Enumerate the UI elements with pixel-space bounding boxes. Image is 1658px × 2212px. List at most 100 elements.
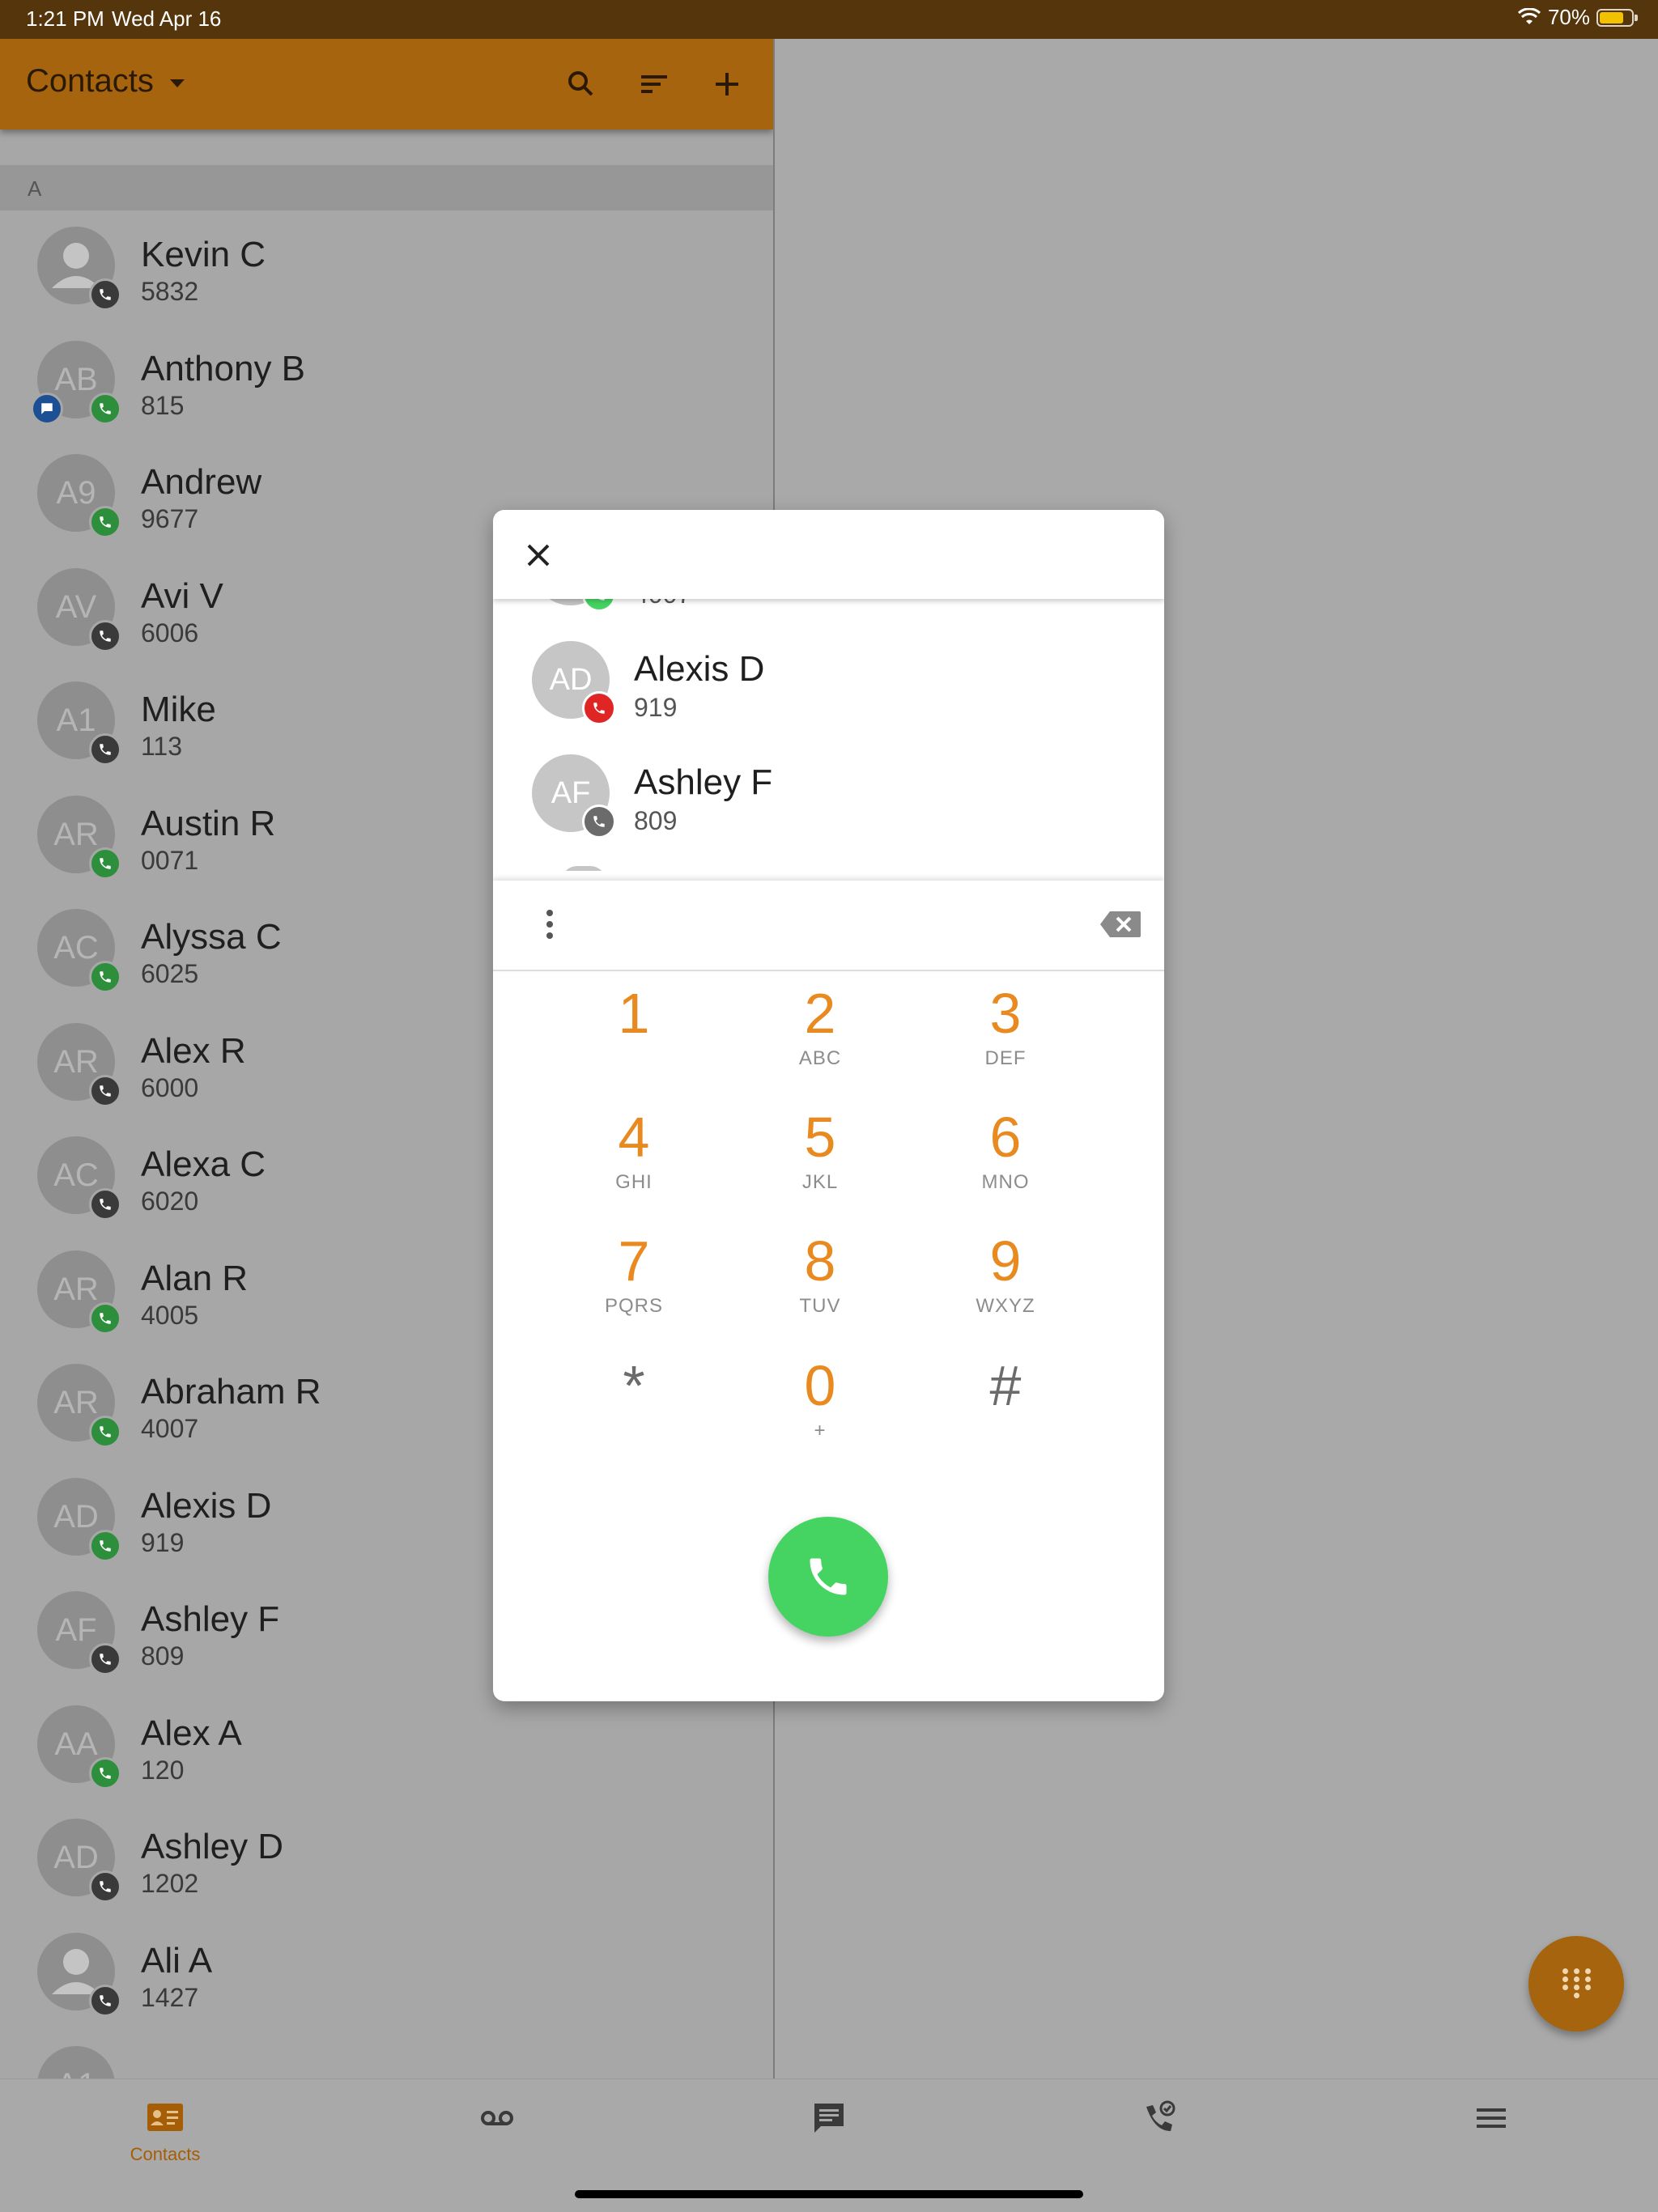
search-icon[interactable] (559, 62, 604, 107)
phone-icon (100, 1085, 111, 1097)
dialpad-fab[interactable] (1528, 1936, 1624, 2032)
nav-contacts-label: Contacts (130, 2144, 201, 2164)
more-options-icon[interactable] (534, 903, 566, 945)
contact-name: Ali A (141, 1940, 213, 1981)
key-hash[interactable]: # (933, 1352, 1078, 1465)
key-letters: GHI (615, 1171, 653, 1193)
section-header: A (0, 165, 773, 210)
phone-icon (100, 630, 111, 642)
nav-menu[interactable] (1410, 2079, 1572, 2176)
phone-icon (100, 1199, 111, 1210)
contact-row[interactable]: Ali A 1427 (0, 1917, 773, 2030)
presence-badge (89, 1188, 121, 1221)
contact-number: 6006 (141, 618, 199, 647)
sort-icon[interactable] (631, 62, 677, 107)
dialog-header (493, 510, 1164, 599)
suggestion-number: 919 (634, 693, 678, 722)
key-digit: 6 (989, 1106, 1022, 1169)
key-1[interactable]: 1 (561, 979, 707, 1093)
phone-icon (598, 599, 605, 601)
contact-number: 113 (141, 732, 183, 761)
key-star[interactable]: * (561, 1352, 707, 1465)
suggestion-row[interactable]: 4007 (493, 599, 1164, 625)
suggestion-number: 809 (634, 806, 678, 835)
close-icon[interactable] (521, 537, 556, 573)
key-6[interactable]: 6 MNO (933, 1103, 1078, 1216)
contact-name: Mike (141, 690, 216, 729)
chat-icon (814, 2104, 844, 2133)
battery-icon (1596, 8, 1638, 27)
contact-number: 0071 (141, 845, 199, 875)
contact-name: Alan R (141, 1258, 249, 1298)
dropdown-caret-icon[interactable] (170, 79, 185, 87)
contact-name: Alex A (141, 1713, 242, 1753)
nav-call-history[interactable] (1078, 2079, 1240, 2176)
key-letters: TUV (799, 1295, 841, 1317)
dialer-dialog: 4007ADAlexis D919AFAshley F809 12ABC3DEF… (493, 510, 1164, 1701)
avatar: A1 (37, 2046, 115, 2078)
contact-row[interactable]: AD Ashley D 1202 (0, 1802, 773, 1916)
contact-name: Abraham R (141, 1372, 321, 1412)
suggestion-number: 4007 (634, 599, 691, 609)
contact-name: Alexis D (141, 1485, 272, 1526)
menu-icon (1477, 2108, 1506, 2128)
nav-voicemail[interactable] (416, 2079, 578, 2176)
key-letters: ABC (798, 1047, 842, 1069)
key-7[interactable]: 7 PQRS (561, 1227, 707, 1340)
presence-badge (89, 506, 121, 538)
suggestion-row[interactable]: AF Ashley F 809 (493, 738, 1164, 851)
key-digit: # (989, 1354, 1022, 1417)
phone-icon (100, 289, 111, 300)
nav-messages[interactable] (748, 2079, 910, 2176)
key-0[interactable]: 0 + (747, 1352, 893, 1465)
contact-row[interactable]: Kevin C 5832 (0, 210, 773, 324)
phone-icon (593, 703, 605, 714)
phone-icon (100, 857, 111, 869)
backspace-icon[interactable] (1099, 910, 1142, 939)
presence-badge (582, 691, 616, 725)
phone-icon (100, 971, 111, 983)
phone-icon (100, 1654, 111, 1665)
wifi-icon (1517, 7, 1541, 24)
key-digit: 3 (989, 982, 1022, 1045)
presence-badge (89, 733, 121, 766)
contacts-title-dropdown[interactable]: Contacts (26, 63, 154, 100)
dialpad-icon (1562, 1968, 1592, 1999)
presence-badge (89, 619, 121, 652)
contact-row[interactable]: A1 (0, 2030, 773, 2078)
suggestion-row[interactable]: AD Alexis D 919 (493, 625, 1164, 738)
call-button[interactable] (768, 1517, 888, 1637)
suggestion-name: Ashley F (634, 762, 773, 802)
key-4[interactable]: 4 GHI (561, 1103, 707, 1216)
presence-badge (89, 1984, 121, 2017)
contact-row[interactable]: AB Anthony B 815 (0, 325, 773, 438)
presence-badge (582, 599, 616, 612)
call-history-icon (1146, 2100, 1175, 2131)
dial-input-bar[interactable] (493, 881, 1164, 971)
presence-badge (89, 1643, 121, 1675)
key-3[interactable]: 3 DEF (933, 979, 1078, 1093)
presence-badge (89, 392, 121, 425)
contact-name: Andrew (141, 462, 262, 502)
key-2[interactable]: 2 ABC (747, 979, 893, 1093)
key-9[interactable]: 9 WXYZ (933, 1227, 1078, 1340)
contact-row[interactable]: AA Alex A 120 (0, 1689, 773, 1802)
phone-icon (810, 1558, 847, 1595)
phone-icon (100, 1767, 111, 1779)
chat-badge (31, 392, 63, 425)
home-indicator (575, 2190, 1083, 2198)
key-8[interactable]: 8 TUV (747, 1227, 893, 1340)
key-digit: * (623, 1354, 645, 1417)
status-bar: 1:21 PM Wed Apr 16 70% (0, 0, 1658, 39)
presence-badge (89, 1529, 121, 1562)
contact-number: 809 (141, 1641, 185, 1671)
add-contact-icon[interactable] (704, 62, 750, 107)
nav-contacts[interactable]: Contacts (84, 2079, 246, 2176)
key-5[interactable]: 5 JKL (747, 1103, 893, 1216)
contact-number: 6000 (141, 1072, 199, 1102)
phone-icon (100, 516, 111, 528)
battery-percent: 70% (1547, 5, 1590, 29)
key-letters: WXYZ (976, 1295, 1035, 1317)
chat-icon (41, 402, 53, 414)
contact-name: Alex R (141, 1030, 246, 1071)
